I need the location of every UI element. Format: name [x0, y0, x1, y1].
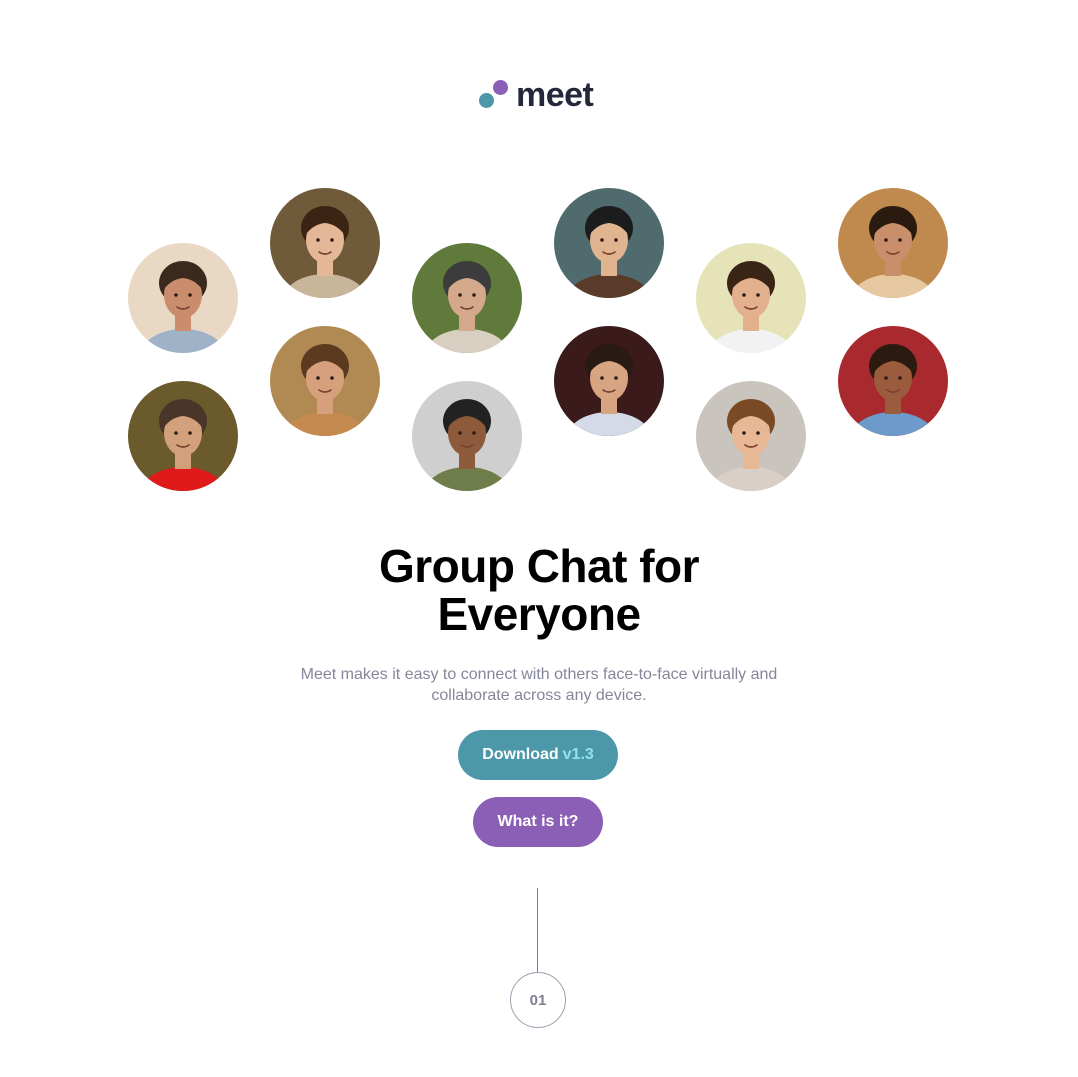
avatar-photo [696, 243, 806, 353]
logo-dot-teal [479, 93, 494, 108]
hero-title-line-2: Everyone [437, 588, 641, 640]
logo-dot-purple [493, 80, 508, 95]
step-number: 01 [529, 991, 547, 1009]
hero-title-line-1: Group Chat for [378, 540, 700, 592]
avatar-photo [270, 326, 380, 436]
step-connector-line [537, 888, 538, 972]
hero-subtitle-line-1: Meet makes it easy to connect with other… [300, 666, 778, 683]
logo-wordmark: meet [516, 76, 594, 114]
avatar-photo [128, 381, 238, 491]
avatar-photo [838, 188, 948, 298]
hero-title: Group Chat for Everyone [239, 542, 839, 638]
download-label: Download [482, 746, 559, 763]
hero-subtitle-line-2: collaborate across any device. [431, 687, 647, 704]
download-version: v1.3 [562, 746, 594, 763]
step-indicator[interactable]: 01 [510, 972, 566, 1028]
avatar-photo [412, 381, 522, 491]
avatar-photo [128, 243, 238, 353]
avatar-photo [838, 326, 948, 436]
avatar-photo [554, 188, 664, 298]
avatar-photo [554, 326, 664, 436]
avatar-photo [696, 381, 806, 491]
hero-subtitle: Meet makes it easy to connect with other… [239, 664, 839, 706]
avatar-photo [270, 188, 380, 298]
what-is-it-button[interactable]: What is it? [473, 797, 603, 847]
download-button[interactable]: Download v1.3 [458, 730, 618, 780]
avatar-photo [412, 243, 522, 353]
logo[interactable]: meet [478, 76, 608, 118]
